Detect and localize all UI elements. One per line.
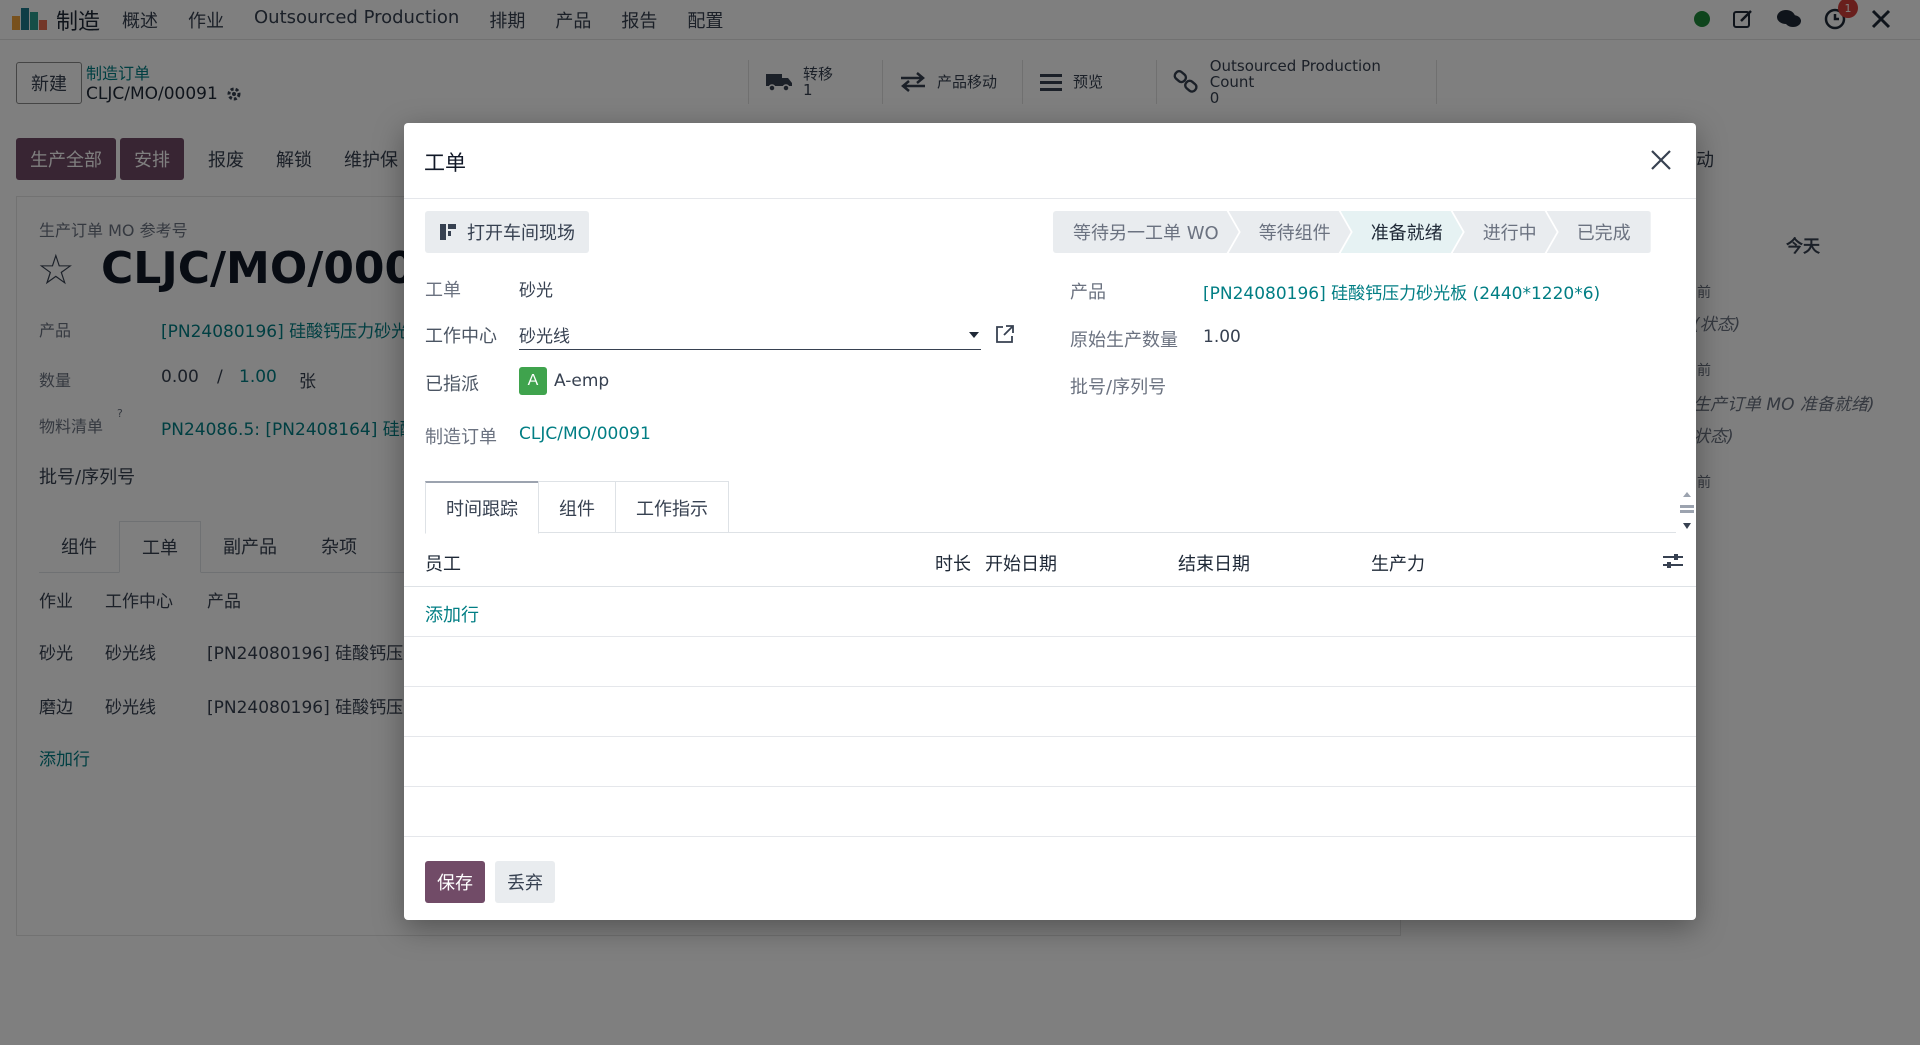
discard-button[interactable]: 丢弃 bbox=[495, 861, 555, 903]
mo-link[interactable]: CLJC/MO/00091 bbox=[519, 424, 651, 444]
tab-components[interactable]: 组件 bbox=[538, 481, 616, 533]
time-tracking-header: 员工 时长 开始日期 结束日期 生产力 bbox=[404, 534, 1696, 587]
workorder-dialog: 工单 打开车间现场 等待另一工单 WO 等待组件 准备就绪 进行中 已完成 工单… bbox=[404, 123, 1696, 920]
table-row bbox=[404, 737, 1696, 787]
scrollbar[interactable] bbox=[1680, 489, 1694, 533]
col-start-date[interactable]: 开始日期 bbox=[985, 550, 1057, 576]
dialog-footer: 保存 丢弃 bbox=[404, 836, 1696, 920]
table-row bbox=[404, 687, 1696, 737]
workorder-statusbar: 等待另一工单 WO 等待组件 准备就绪 进行中 已完成 bbox=[1053, 211, 1651, 253]
open-shop-floor-button[interactable]: 打开车间现场 bbox=[425, 211, 589, 253]
stage-in-progress[interactable]: 进行中 bbox=[1453, 211, 1557, 253]
table-row: 添加行 bbox=[404, 587, 1696, 637]
tab-time-tracking[interactable]: 时间跟踪 bbox=[425, 481, 539, 534]
col-employee[interactable]: 员工 bbox=[425, 550, 461, 576]
lot-label: 批号/序列号 bbox=[1070, 377, 1167, 398]
external-link-icon[interactable] bbox=[994, 323, 1016, 345]
stage-done[interactable]: 已完成 bbox=[1546, 211, 1651, 253]
col-end-date[interactable]: 结束日期 bbox=[1178, 550, 1250, 576]
col-duration[interactable]: 时长 bbox=[935, 550, 971, 576]
dialog-title: 工单 bbox=[424, 151, 466, 175]
workcenter-value: 砂光线 bbox=[519, 327, 570, 347]
stage-ready[interactable]: 准备就绪 bbox=[1341, 211, 1463, 253]
close-icon[interactable] bbox=[1648, 147, 1674, 173]
table-row bbox=[404, 637, 1696, 687]
avatar[interactable]: A bbox=[519, 367, 547, 395]
shop-floor-icon bbox=[440, 224, 456, 240]
add-line-link[interactable]: 添加行 bbox=[425, 601, 479, 627]
col-productivity[interactable]: 生产力 bbox=[1371, 550, 1425, 576]
assigned-value[interactable]: A-emp bbox=[554, 371, 609, 391]
dialog-header: 工单 bbox=[404, 123, 1696, 199]
dialog-tabs: 时间跟踪 组件 工作指示 bbox=[425, 481, 1676, 534]
workcenter-select[interactable]: 砂光线 bbox=[519, 320, 981, 350]
save-button[interactable]: 保存 bbox=[425, 861, 485, 903]
stage-waiting-components[interactable]: 等待组件 bbox=[1229, 211, 1351, 253]
product-label: 产品 bbox=[1070, 282, 1106, 303]
original-qty-value[interactable]: 1.00 bbox=[1203, 327, 1241, 347]
open-shop-floor-label: 打开车间现场 bbox=[467, 223, 575, 244]
mo-label: 制造订单 bbox=[425, 427, 497, 448]
chevron-down-icon[interactable] bbox=[969, 331, 979, 338]
column-settings-icon[interactable] bbox=[1662, 551, 1684, 571]
product-link[interactable]: [PN24080196] 硅酸钙压力砂光板 (2440*1220*6) bbox=[1203, 279, 1600, 304]
original-qty-label: 原始生产数量 bbox=[1070, 330, 1178, 351]
assigned-label: 已指派 bbox=[425, 374, 479, 395]
tab-work-instructions[interactable]: 工作指示 bbox=[615, 481, 729, 533]
workcenter-label: 工作中心 bbox=[425, 326, 497, 347]
workorder-label: 工单 bbox=[425, 280, 461, 301]
stage-waiting-other-wo[interactable]: 等待另一工单 WO bbox=[1053, 211, 1239, 253]
workorder-value[interactable]: 砂光 bbox=[519, 276, 553, 301]
